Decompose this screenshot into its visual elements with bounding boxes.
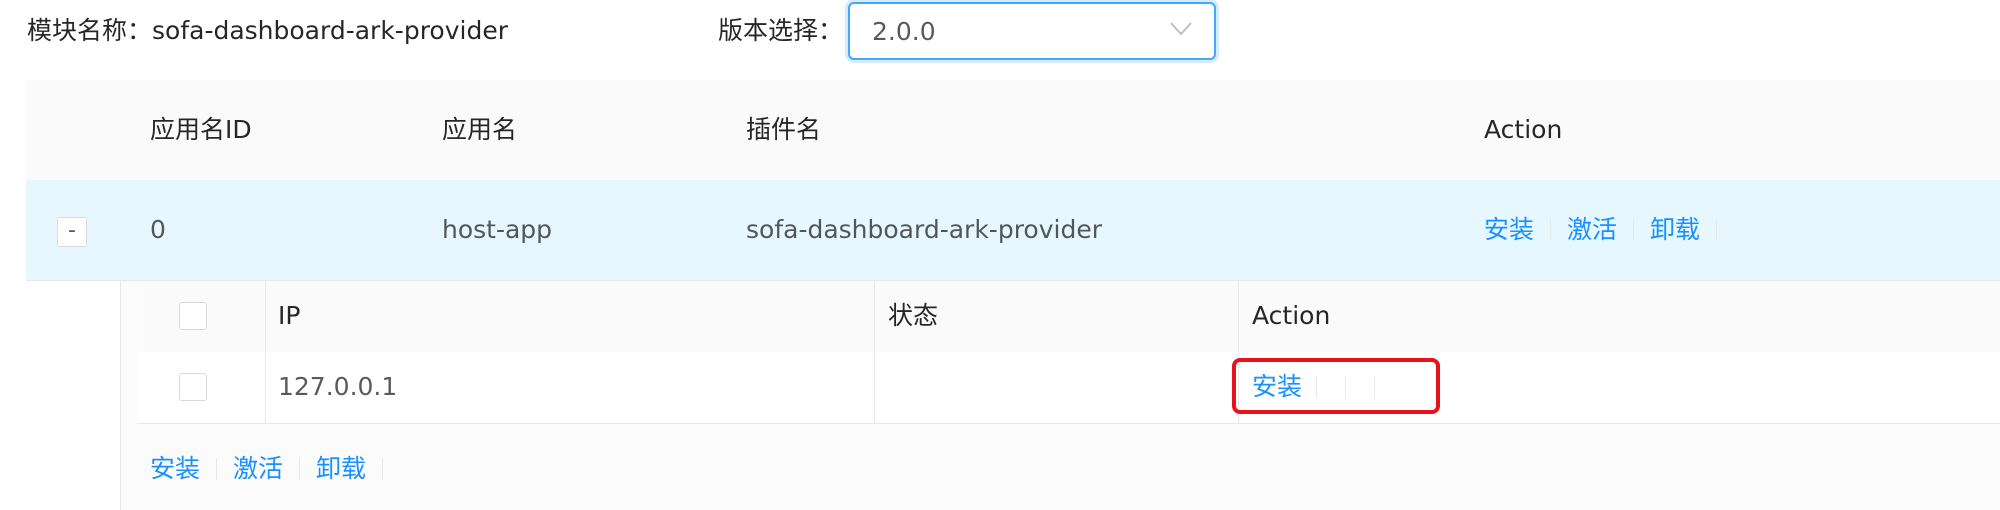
bulk-activate-link[interactable]: 激活	[233, 452, 283, 486]
bulk-uninstall-link[interactable]: 卸载	[316, 452, 366, 486]
chevron-down-icon	[1170, 22, 1192, 36]
plugin-table: 应用名ID 应用名 插件名 Action - 0 host-app sofa-d…	[26, 80, 2000, 510]
action-divider	[1316, 376, 1318, 398]
row-actions: 安装 激活 卸载	[1484, 213, 1733, 247]
col-header-action: Action	[1484, 115, 1563, 144]
version-select-value: 2.0.0	[872, 17, 936, 46]
col-header-status: 状态	[888, 301, 939, 330]
ip-table: IP 状态 Action 127.0.0.1 安装	[137, 281, 2000, 424]
action-divider	[1374, 376, 1376, 398]
action-divider	[216, 458, 218, 480]
uninstall-link[interactable]: 卸载	[1650, 213, 1700, 247]
expanded-row-panel: IP 状态 Action 127.0.0.1 安装	[120, 281, 2000, 510]
version-select-label: 版本选择：	[718, 16, 844, 45]
bulk-install-link[interactable]: 安装	[150, 452, 200, 486]
bulk-actions: 安装 激活 卸载	[150, 452, 399, 486]
col-header-app-id: 应用名ID	[150, 115, 252, 144]
ip-row-actions: 安装	[1252, 370, 1389, 404]
select-all-checkbox[interactable]	[179, 302, 207, 330]
ip-table-header: IP 状态 Action	[137, 281, 2000, 353]
col-header-ip-action: Action	[1252, 301, 1331, 330]
plugin-table-header: 应用名ID 应用名 插件名 Action	[26, 80, 2000, 181]
table-row: 127.0.0.1 安装	[137, 352, 2000, 424]
action-divider	[1633, 219, 1635, 241]
action-divider	[299, 458, 301, 480]
cell-app-id: 0	[150, 215, 166, 244]
ip-install-link[interactable]: 安装	[1252, 370, 1302, 404]
action-divider	[1550, 219, 1552, 241]
column-divider	[874, 281, 875, 424]
column-divider	[265, 281, 266, 424]
cell-ip: 127.0.0.1	[278, 372, 398, 401]
col-header-plugin-name: 插件名	[746, 115, 822, 144]
table-row: - 0 host-app sofa-dashboard-ark-provider…	[26, 180, 2000, 281]
action-divider	[1716, 219, 1718, 241]
row-collapse-button[interactable]: -	[57, 217, 87, 247]
column-divider	[1238, 281, 1239, 424]
col-header-ip: IP	[278, 301, 301, 330]
install-link[interactable]: 安装	[1484, 213, 1534, 247]
action-divider	[1345, 376, 1347, 398]
version-select[interactable]: 2.0.0	[848, 2, 1216, 60]
col-header-app-name: 应用名	[442, 115, 518, 144]
cell-app-name: host-app	[442, 215, 553, 244]
activate-link[interactable]: 激活	[1567, 213, 1617, 247]
module-name-label: 模块名称：sofa-dashboard-ark-provider	[27, 16, 508, 45]
row-select-checkbox[interactable]	[179, 373, 207, 401]
action-divider	[382, 458, 384, 480]
cell-plugin-name: sofa-dashboard-ark-provider	[746, 215, 1102, 244]
